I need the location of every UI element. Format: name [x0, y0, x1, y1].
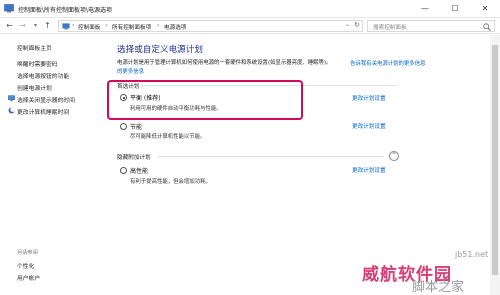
- search-icon[interactable]: [483, 23, 491, 31]
- power-options-window: 控制面板\所有控制面板项\电源选项 — ☐ ✕ ← → ▾ ↑ › 控制面板 ›…: [0, 0, 500, 295]
- page-title: 选择或自定义电源计划: [117, 45, 203, 55]
- control-panel-icon: [62, 23, 70, 30]
- breadcrumb-separator: ›: [157, 22, 160, 29]
- main-content: 选择或自定义电源计划 电源计划是用于管理计算机如何使用电源的一套硬件和系统设置(…: [112, 35, 500, 295]
- close-button[interactable]: ✕: [470, 0, 500, 18]
- breadcrumb-power-options[interactable]: 电源选项: [164, 23, 186, 31]
- plan-high-performance-radio[interactable]: [120, 167, 127, 174]
- highlight-annotation: [107, 80, 303, 120]
- learn-more-link[interactable]: 告诉我有关电源计划的更多信息: [350, 59, 425, 67]
- address-toolbar: ← → ▾ ↑ › 控制面板 › 所有控制面板项 › 电源选项 ⌄ ↻ 搜索控制…: [0, 18, 500, 34]
- plan-high-performance-settings-link[interactable]: 更改计划设置: [352, 166, 386, 174]
- sidebar: 控制面板主页 唤醒时需要密码 选择电源按钮的功能 创建电源计划 选择关闭显示器的…: [0, 35, 112, 295]
- vertical-scrollbar[interactable]: [490, 35, 500, 295]
- see-also-heading: 另请参阅: [17, 250, 38, 256]
- watermark-site: jb51.net: [455, 250, 489, 259]
- control-panel-icon: [4, 4, 14, 13]
- search-placeholder: 搜索控制面板: [373, 24, 407, 31]
- up-button[interactable]: ↑: [42, 20, 53, 32]
- plan-high-performance-name[interactable]: 高性能: [130, 166, 148, 175]
- sidebar-item-power-button[interactable]: 选择电源按钮的功能: [17, 71, 69, 80]
- plan-power-saver-radio[interactable]: [120, 123, 127, 130]
- address-field[interactable]: › 控制面板 › 所有控制面板项 › 电源选项 ⌄ ↻: [58, 20, 363, 32]
- refresh-icon[interactable]: ↻: [354, 21, 360, 29]
- sidebar-item-sleep-time[interactable]: 更改计算机睡眠时间: [17, 107, 69, 116]
- maximize-button[interactable]: ☐: [440, 0, 470, 18]
- back-button[interactable]: ←: [4, 20, 15, 32]
- title-bar: 控制面板\所有控制面板项\电源选项 — ☐ ✕: [0, 0, 500, 18]
- display-icon: [8, 95, 15, 102]
- watermark-script-home: 脚本之家: [412, 280, 465, 295]
- moon-icon: [8, 107, 15, 114]
- breadcrumb-separator: ›: [105, 22, 108, 29]
- search-input[interactable]: 搜索控制面板: [367, 20, 495, 32]
- window-title: 控制面板\所有控制面板项\电源选项: [18, 7, 113, 14]
- chevron-up-icon[interactable]: ^: [389, 151, 399, 161]
- minimize-button[interactable]: —: [410, 0, 440, 18]
- sidebar-item-create-plan[interactable]: 创建电源计划: [17, 83, 52, 92]
- plan-power-saver-name[interactable]: 节能: [130, 122, 142, 131]
- plan-power-saver-settings-link[interactable]: 更改计划设置: [352, 122, 386, 130]
- learn-more-link-continued[interactable]: 的更多信息: [117, 67, 144, 75]
- scrollbar-thumb[interactable]: [492, 45, 498, 275]
- sidebar-item-personalization[interactable]: 个性化: [17, 261, 34, 270]
- hidden-plans-heading[interactable]: 隐藏附加计划: [117, 153, 151, 161]
- breadcrumb-control-panel[interactable]: 控制面板: [78, 23, 100, 31]
- breadcrumb-separator: ›: [72, 22, 75, 29]
- recent-locations-icon[interactable]: ▾: [30, 20, 41, 32]
- plan-high-performance-desc: 有利于提高性能，但会增加功耗。: [130, 179, 211, 185]
- forward-button[interactable]: →: [17, 20, 28, 32]
- breadcrumb-all-items[interactable]: 所有控制面板项: [112, 23, 151, 31]
- group-divider: [158, 156, 384, 157]
- sidebar-item-user-accounts[interactable]: 用户帐户: [17, 273, 40, 282]
- sidebar-item-wake-password[interactable]: 唤醒时需要密码: [17, 59, 58, 68]
- sidebar-home-link[interactable]: 控制面板主页: [17, 43, 52, 52]
- page-description: 电源计划是用于管理计算机如何使用电源的一套硬件和系统设置(如显示器亮度、睡眠等)…: [117, 60, 332, 66]
- plan-power-saver-desc: 尽可能降低计算机性能以节能。: [130, 134, 206, 140]
- chevron-down-icon[interactable]: ⌄: [345, 21, 350, 28]
- plan-balanced-settings-link[interactable]: 更改计划设置: [352, 94, 386, 102]
- sidebar-item-display-off[interactable]: 选择关闭显示器的时间: [17, 95, 75, 104]
